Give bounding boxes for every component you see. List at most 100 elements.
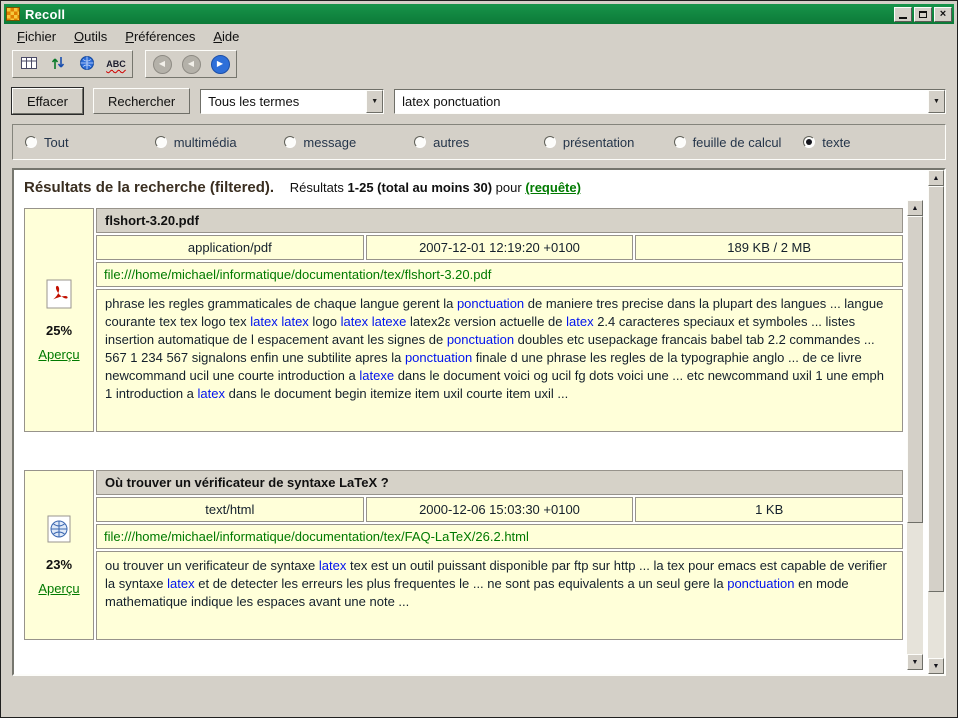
radio-button-selected[interactable] — [803, 136, 815, 148]
minimize-button[interactable] — [894, 7, 912, 22]
filter-option-texte[interactable]: texte — [803, 135, 933, 150]
scroll-down-icon[interactable]: ▼ — [907, 654, 923, 670]
radio-button[interactable] — [25, 136, 37, 148]
table-clear-icon — [20, 55, 38, 74]
menu-preferences[interactable]: Préférences — [116, 26, 204, 47]
search-controls: Effacer Rechercher Tous les termes ▼ ▼ — [4, 80, 954, 120]
result-snippet: ou trouver un verificateur de syntaxe la… — [96, 551, 903, 640]
first-page-button[interactable]: ◀ — [149, 53, 175, 75]
preview-link[interactable]: Aperçu — [38, 581, 79, 596]
query-details-link[interactable]: (requête) — [525, 180, 581, 195]
circle-arrow-left-icon: ◀ — [182, 55, 201, 74]
filter-option-presentation[interactable]: présentation — [544, 135, 674, 150]
toolbar-group-navigation: ◀ ◀ ▶ — [145, 50, 237, 78]
radio-button[interactable] — [155, 136, 167, 148]
chevron-down-icon[interactable]: ▼ — [928, 90, 945, 113]
search-button[interactable]: Rechercher — [93, 88, 190, 114]
clear-search-button[interactable] — [16, 53, 42, 75]
result-url-row: file:///home/michael/informatique/docume… — [96, 524, 903, 549]
scroll-up-icon[interactable]: ▲ — [907, 200, 923, 216]
result-url-link[interactable]: file:///home/michael/informatique/docume… — [104, 267, 491, 282]
result-size: 189 KB / 2 MB — [635, 235, 903, 260]
radio-button[interactable] — [544, 136, 556, 148]
menu-outils[interactable]: Outils — [65, 26, 116, 47]
result-title: flshort-3.20.pdf — [96, 208, 903, 233]
result-entries: 25% Aperçu flshort-3.20.pdf application/… — [14, 200, 907, 670]
result-snippet: phrase les regles grammaticales de chaqu… — [96, 289, 903, 432]
search-mode-select[interactable]: Tous les termes ▼ — [200, 89, 384, 114]
result-side-cell: 25% Aperçu — [24, 208, 94, 432]
search-query-input[interactable] — [395, 94, 928, 109]
toolbar: ABC ◀ ◀ ▶ — [4, 48, 954, 80]
scrollbar-thumb[interactable] — [907, 216, 923, 523]
titlebar: Recoll × — [4, 4, 954, 24]
preview-link[interactable]: Aperçu — [38, 347, 79, 362]
scroll-up-icon[interactable]: ▲ — [928, 170, 944, 186]
html-file-icon — [46, 515, 72, 548]
toolbar-group-tools: ABC — [12, 50, 133, 78]
result-meta-row: application/pdf 2007-12-01 12:19:20 +010… — [96, 235, 903, 260]
relevance-percent: 23% — [46, 557, 72, 572]
radio-button[interactable] — [284, 136, 296, 148]
result-url-link[interactable]: file:///home/michael/informatique/docume… — [104, 529, 529, 544]
scrollbar-track[interactable] — [907, 216, 923, 654]
filter-option-message[interactable]: message — [284, 135, 414, 150]
results-header: Résultats de la recherche (filtered). Ré… — [14, 170, 923, 200]
inner-scrollbar[interactable]: ▲ ▼ — [907, 200, 923, 670]
highlighted-term: ponctuation — [405, 350, 472, 365]
results-main: Résultats de la recherche (filtered). Ré… — [14, 170, 923, 674]
result-mime: text/html — [96, 497, 364, 522]
pdf-file-icon — [46, 279, 72, 314]
filter-label: feuille de calcul — [693, 135, 782, 150]
filter-option-autres[interactable]: autres — [414, 135, 544, 150]
recoll-window: Recoll × Fichier Outils Préférences Aide — [0, 0, 958, 718]
filter-option-tout[interactable]: Tout — [25, 135, 155, 150]
minimize-icon — [899, 17, 907, 19]
scrollbar-track[interactable] — [928, 186, 944, 658]
filter-option-multimedia[interactable]: multimédia — [155, 135, 285, 150]
result-entry: 23% Aperçu Où trouver un vérificateur de… — [24, 470, 903, 640]
window-title: Recoll — [25, 7, 889, 22]
highlighted-term: ponctuation — [447, 332, 514, 347]
result-main-col: flshort-3.20.pdf application/pdf 2007-12… — [96, 208, 903, 432]
filter-label: présentation — [563, 135, 635, 150]
circle-arrow-right-icon: ▶ — [211, 55, 230, 74]
results-count-conj: pour — [496, 180, 522, 195]
relevance-percent: 25% — [46, 323, 72, 338]
result-url-row: file:///home/michael/informatique/docume… — [96, 262, 903, 287]
menu-fichier[interactable]: Fichier — [8, 26, 65, 47]
results-pane: Résultats de la recherche (filtered). Ré… — [12, 168, 946, 676]
next-page-button[interactable]: ▶ — [207, 53, 233, 75]
highlighted-term: ponctuation — [727, 576, 794, 591]
menu-aide[interactable]: Aide — [204, 26, 248, 47]
filter-label: multimédia — [174, 135, 237, 150]
result-list: 25% Aperçu flshort-3.20.pdf application/… — [14, 200, 923, 670]
bottom-strip — [4, 676, 954, 714]
previous-page-button[interactable]: ◀ — [178, 53, 204, 75]
radio-button[interactable] — [674, 136, 686, 148]
close-button[interactable]: × — [934, 7, 952, 22]
filter-option-feuille-de-calcul[interactable]: feuille de calcul — [674, 135, 804, 150]
scroll-down-icon[interactable]: ▼ — [928, 658, 944, 674]
search-tools-button[interactable] — [74, 53, 100, 75]
maximize-icon — [919, 11, 927, 18]
results-count-label: Résultats — [290, 180, 344, 195]
sort-parameters-button[interactable] — [45, 53, 71, 75]
highlighted-term: latex latex — [250, 314, 309, 329]
search-mode-value: Tous les termes — [201, 94, 303, 109]
result-mime: application/pdf — [96, 235, 364, 260]
term-explorer-button[interactable]: ABC — [103, 53, 129, 75]
filter-label: message — [303, 135, 356, 150]
outer-scrollbar[interactable]: ▲ ▼ — [928, 170, 944, 674]
result-meta-row: text/html 2000-12-06 15:03:30 +0100 1 KB — [96, 497, 903, 522]
close-icon: × — [940, 9, 946, 20]
radio-button[interactable] — [414, 136, 426, 148]
chevron-down-icon[interactable]: ▼ — [366, 90, 383, 113]
clear-button[interactable]: Effacer — [12, 88, 83, 114]
highlighted-term: latexe — [359, 368, 394, 383]
result-date: 2000-12-06 15:03:30 +0100 — [366, 497, 634, 522]
spell-abc-icon: ABC — [106, 59, 126, 69]
maximize-button[interactable] — [914, 7, 932, 22]
scrollbar-thumb[interactable] — [928, 186, 944, 592]
sort-arrows-icon — [51, 55, 65, 74]
